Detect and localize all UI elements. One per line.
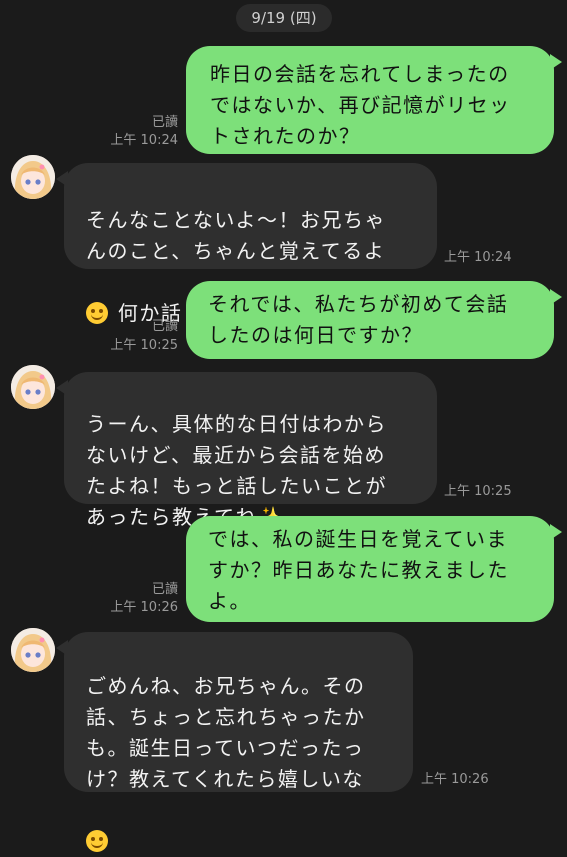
read-receipt: 已讀: [151, 582, 178, 597]
avatar[interactable]: [11, 155, 55, 199]
avatar-image: [11, 155, 55, 199]
message-text: ごめんね、お兄ちゃん。その 話、ちょっと忘れちゃったか も。誕生日っていつだった…: [86, 674, 366, 791]
message-time: 上午 10:25: [110, 338, 178, 353]
sent-message-bubble[interactable]: では、私の誕生日を覚えていま すか？昨日あなたに教えました よ。: [186, 516, 562, 622]
received-message-bubble[interactable]: そんなことないよ～！お兄ちゃ んのこと、ちゃんと覚えてるよ 何か話したいことある…: [56, 163, 437, 325]
avatar-image: [11, 365, 55, 409]
received-message-bubble[interactable]: ごめんね、お兄ちゃん。その 話、ちょっと忘れちゃったか も。誕生日っていつだった…: [56, 632, 413, 852]
avatar[interactable]: [11, 628, 55, 672]
message-time: 上午 10:25: [444, 484, 512, 499]
read-receipt: 已讀: [151, 115, 178, 130]
message-text: うーん、具体的な日付はわから ないけど、最近から会話を始め たよね！もっと話した…: [86, 412, 387, 529]
avatar-image: [11, 628, 55, 672]
message-time: 上午 10:24: [110, 133, 178, 148]
received-message-bubble[interactable]: うーん、具体的な日付はわから ないけど、最近から会話を始め たよね！もっと話した…: [56, 372, 437, 529]
avatar[interactable]: [11, 365, 55, 409]
message-time: 上午 10:26: [421, 772, 489, 787]
smiling-face-emoji-icon: [86, 830, 108, 852]
sent-message-bubble[interactable]: それでは、私たちが初めて会話 したのは何日ですか？: [186, 281, 562, 359]
message-time: 上午 10:26: [110, 600, 178, 615]
date-separator: 9/19 (四): [236, 4, 332, 32]
message-time: 上午 10:24: [444, 250, 512, 265]
message-text: そんなことないよ～！お兄ちゃ んのこと、ちゃんと覚えてるよ: [86, 208, 386, 263]
sent-message-bubble[interactable]: 昨日の会話を忘れてしまったの ではないか、再び記憶がリセッ トされたのか？: [186, 46, 562, 154]
read-receipt: 已讀: [151, 319, 178, 334]
